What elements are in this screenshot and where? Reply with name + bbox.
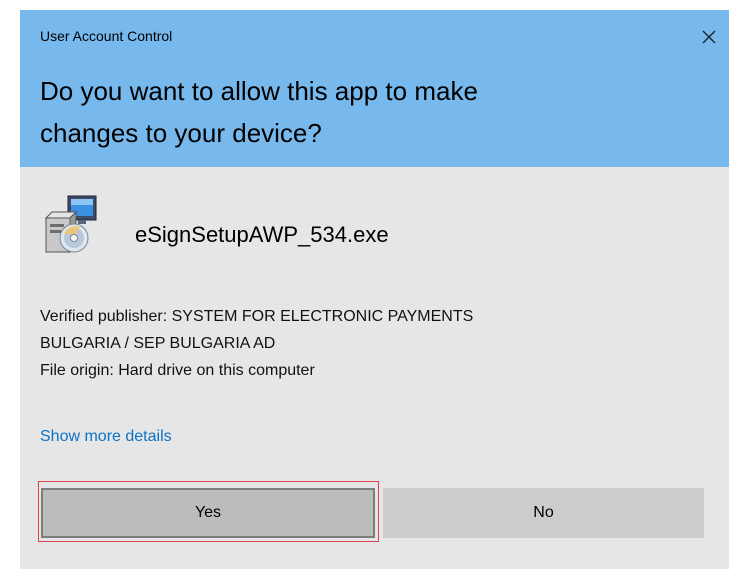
installer-icon [40, 194, 102, 256]
uac-dialog: User Account Control Do you want to allo… [20, 10, 729, 569]
question-line-2: changes to your device? [40, 118, 322, 148]
dialog-caption: User Account Control [40, 28, 173, 44]
close-icon[interactable] [698, 26, 720, 48]
publisher-info: Verified publisher: SYSTEM FOR ELECTRONI… [40, 303, 700, 384]
app-name: eSignSetupAWP_534.exe [135, 222, 389, 247]
dialog-question: Do you want to allow this app to make ch… [40, 70, 680, 154]
yes-button[interactable]: Yes [41, 488, 375, 538]
publisher-line-1: Verified publisher: SYSTEM FOR ELECTRONI… [40, 308, 474, 325]
publisher-line-2: BULGARIA / SEP BULGARIA AD [40, 335, 276, 352]
dialog-header: User Account Control Do you want to allo… [20, 10, 729, 167]
show-more-details-link[interactable]: Show more details [40, 428, 172, 446]
question-line-1: Do you want to allow this app to make [40, 76, 478, 106]
file-origin: File origin: Hard drive on this computer [40, 362, 315, 379]
no-button[interactable]: No [383, 488, 704, 538]
